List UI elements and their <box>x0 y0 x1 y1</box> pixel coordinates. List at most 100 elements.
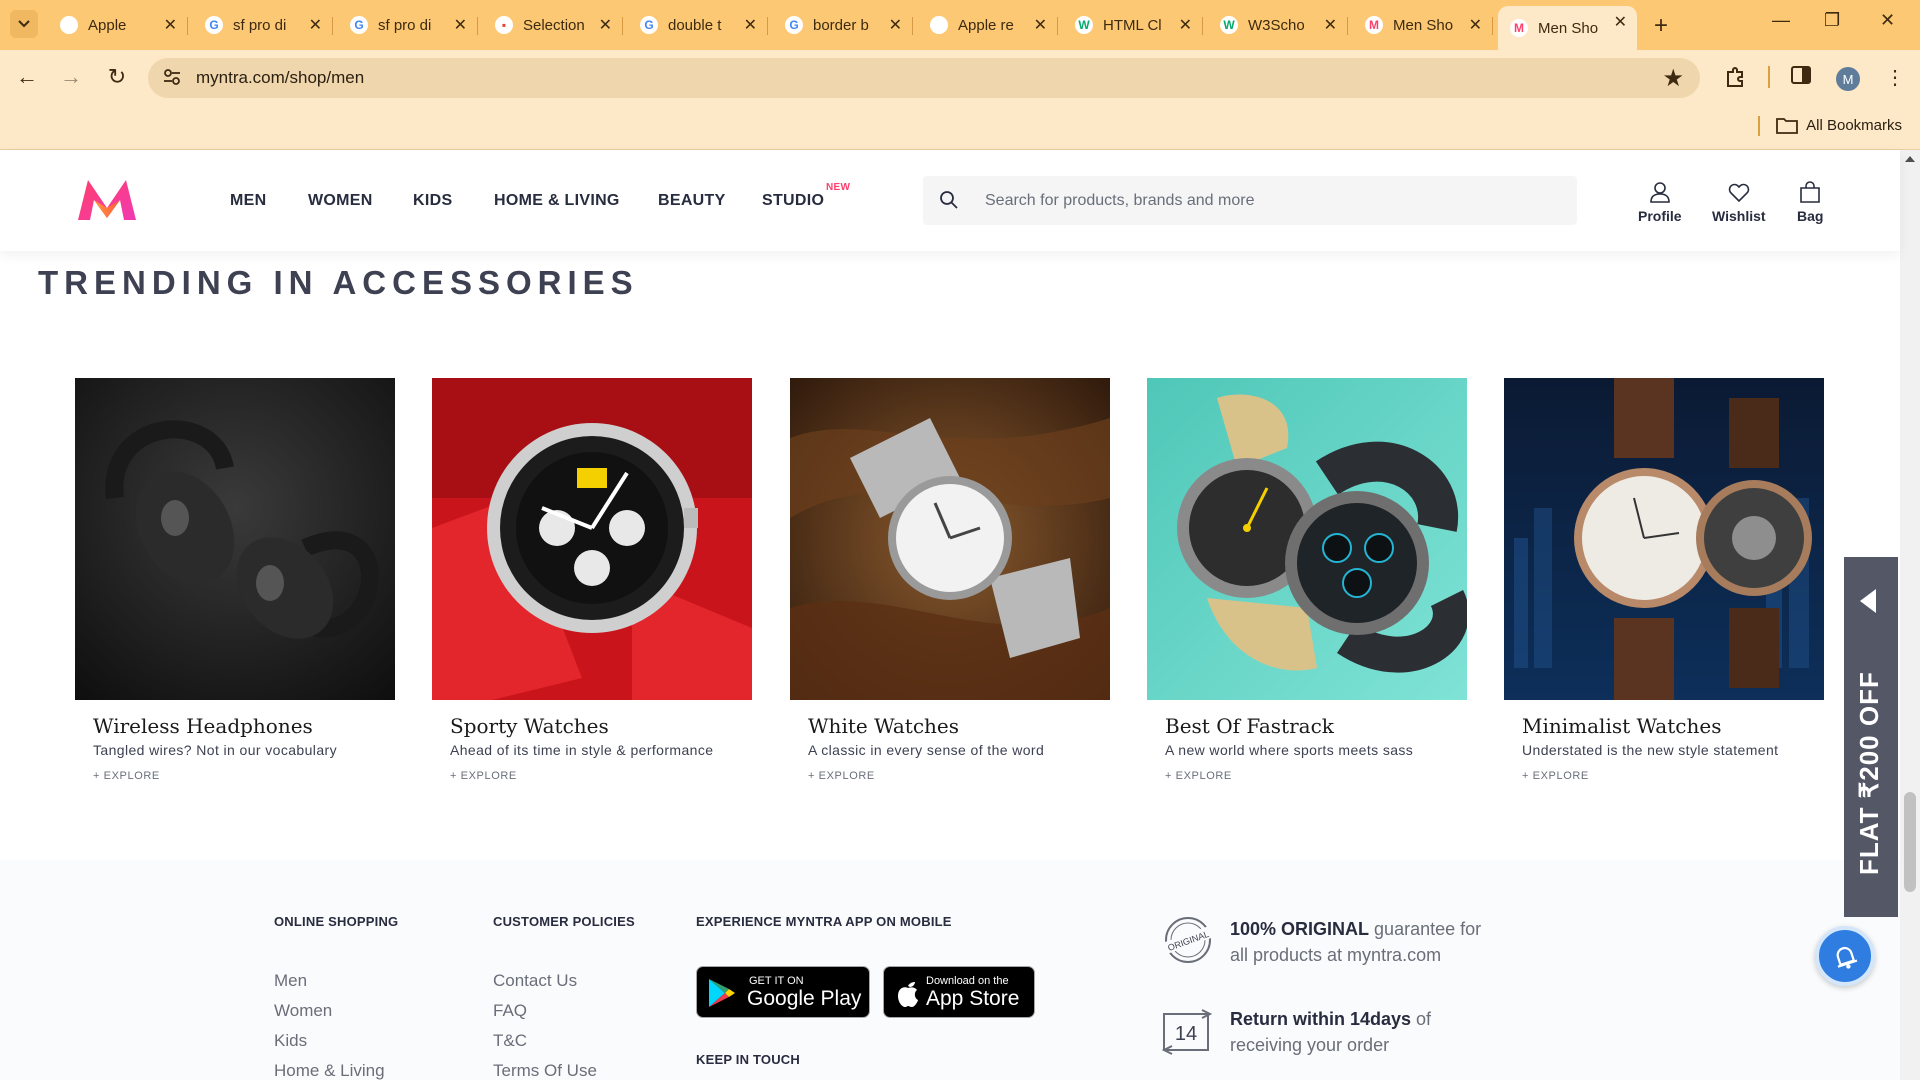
nav-kids[interactable]: KIDS <box>413 192 452 210</box>
category-card[interactable]: Sporty Watches Ahead of its time in styl… <box>432 378 752 782</box>
section-title: TRENDING IN ACCESSORIES <box>38 264 639 301</box>
google-play-button[interactable]: GET IT ON Google Play <box>696 966 870 1018</box>
tab-favicon-icon: ▪ <box>495 16 513 34</box>
sporty-watches-image[interactable] <box>432 378 752 700</box>
new-tab-button[interactable]: + <box>1654 12 1668 40</box>
category-card[interactable]: Best Of Fastrack A new world where sport… <box>1147 378 1467 782</box>
minimize-button[interactable]: — <box>1772 10 1790 31</box>
tab-close-icon[interactable]: ✕ <box>599 15 612 35</box>
browser-tab[interactable]: Gsf pro di ✕ <box>193 9 333 41</box>
tab-close-icon[interactable]: ✕ <box>454 15 467 35</box>
browser-tab[interactable]: W W3Scho ✕ <box>1208 9 1348 41</box>
browser-tab[interactable]: Gdouble t ✕ <box>628 9 768 41</box>
tab-favicon-icon: G <box>640 16 658 34</box>
browser-tab[interactable]: Apple ✕ <box>48 9 188 41</box>
tab-close-icon[interactable]: ✕ <box>889 15 902 35</box>
scrollbar-thumb[interactable] <box>1904 792 1916 892</box>
flat-offer-tab[interactable]: FLAT ₹200 OFF <box>1844 557 1898 917</box>
profile-button[interactable]: Profile <box>1638 180 1682 224</box>
close-window-button[interactable]: ✕ <box>1880 10 1895 31</box>
browser-tab-strip: Apple ✕ Gsf pro di ✕ Gsf pro di ✕ ▪ Selection ✕ G… <box>0 0 1920 50</box>
tab-close-icon[interactable]: ✕ <box>164 15 177 35</box>
tab-close-icon[interactable]: ✕ <box>1179 15 1192 35</box>
original-rest1: guarantee for <box>1369 919 1482 939</box>
profile-icon <box>1649 182 1670 203</box>
bookmark-star-icon[interactable]: ★ <box>1662 64 1684 93</box>
nav-studio[interactable]: STUDIO NEW <box>762 182 850 210</box>
side-panel-icon[interactable] <box>1790 64 1812 86</box>
customer-policies-links: Contact Us FAQ T&C Terms Of Use <box>493 966 597 1086</box>
nav-beauty[interactable]: BEAUTY <box>658 192 726 210</box>
explore-link[interactable]: + EXPLORE <box>1522 770 1824 782</box>
original-guarantee: 100% ORIGINAL guarantee for all products… <box>1230 916 1481 968</box>
myntra-logo[interactable] <box>76 178 138 222</box>
explore-link[interactable]: + EXPLORE <box>808 770 1110 782</box>
browser-menu-icon[interactable]: ⋮ <box>1882 64 1908 90</box>
tab-close-icon[interactable]: ✕ <box>1324 15 1337 35</box>
tab-search-button[interactable] <box>10 10 38 38</box>
footer-link-home-living[interactable]: Home & Living <box>274 1056 385 1086</box>
explore-link[interactable]: + EXPLORE <box>450 770 752 782</box>
all-bookmarks-button[interactable]: All Bookmarks <box>1776 116 1902 134</box>
tab-title: border b <box>813 16 869 34</box>
original-badge-icon: ORIGINAL <box>1163 917 1213 963</box>
bag-button[interactable]: Bag <box>1797 180 1823 224</box>
browser-tab[interactable]: Gborder b ✕ <box>773 9 913 41</box>
browser-tab[interactable]: ▪ Selection ✕ <box>483 9 623 41</box>
nav-men[interactable]: MEN <box>230 192 266 210</box>
footer-link-women[interactable]: Women <box>274 996 385 1026</box>
white-watches-image[interactable] <box>790 378 1110 700</box>
explore-link[interactable]: + EXPLORE <box>93 770 395 782</box>
scroll-up-arrow[interactable] <box>1905 156 1915 162</box>
tab-close-icon[interactable]: ✕ <box>1469 15 1482 35</box>
card-title: Sporty Watches <box>450 714 609 738</box>
profile-avatar[interactable]: M <box>1836 67 1860 91</box>
footer-link-men[interactable]: Men <box>274 966 385 996</box>
extensions-icon[interactable] <box>1724 64 1748 88</box>
tab-close-icon[interactable]: ✕ <box>1034 15 1047 35</box>
site-info-icon[interactable] <box>162 67 182 87</box>
nav-home-living[interactable]: HOME & LIVING <box>494 192 620 210</box>
browser-tab[interactable]: M Men Sho ✕ <box>1353 9 1493 41</box>
reload-button[interactable]: ↻ <box>104 64 130 90</box>
back-button[interactable]: ← <box>14 64 40 90</box>
forward-button[interactable]: → <box>58 64 84 90</box>
category-card[interactable]: Minimalist Watches Understated is the ne… <box>1504 378 1824 782</box>
tab-separator <box>187 17 188 35</box>
profile-label: Profile <box>1638 208 1682 224</box>
browser-tab[interactable]: W HTML Cl ✕ <box>1063 9 1203 41</box>
return-rest2: receiving your order <box>1230 1035 1390 1055</box>
footer-link-tc[interactable]: T&C <box>493 1026 597 1056</box>
tab-separator <box>1347 17 1348 35</box>
footer-link-terms-of-use[interactable]: Terms Of Use <box>493 1056 597 1086</box>
browser-tab[interactable]: Apple re ✕ <box>918 9 1058 41</box>
google-play-small: GET IT ON <box>749 975 804 987</box>
tab-separator <box>912 17 913 35</box>
footer-link-faq[interactable]: FAQ <box>493 996 597 1026</box>
search-bar[interactable] <box>923 176 1577 225</box>
collapse-arrow-icon[interactable] <box>1860 589 1876 613</box>
nav-women[interactable]: WOMEN <box>308 192 373 210</box>
tab-close-icon[interactable]: ✕ <box>744 15 757 35</box>
category-card[interactable]: Wireless Headphones Tangled wires? Not i… <box>75 378 395 782</box>
footer-link-kids[interactable]: Kids <box>274 1026 385 1056</box>
tab-close-icon[interactable]: ✕ <box>1614 12 1627 32</box>
page-scrollbar[interactable] <box>1900 150 1920 1080</box>
search-icon[interactable] <box>939 190 959 210</box>
card-tagline: A classic in every sense of the word <box>808 742 1045 758</box>
notification-bell-button[interactable] <box>1815 926 1875 986</box>
address-bar[interactable]: myntra.com/shop/men ★ <box>148 58 1700 98</box>
category-card[interactable]: White Watches A classic in every sense o… <box>790 378 1110 782</box>
app-store-button[interactable]: Download on the App Store <box>883 966 1035 1018</box>
explore-link[interactable]: + EXPLORE <box>1165 770 1467 782</box>
browser-tab[interactable]: M Men Sho ✕ <box>1498 6 1637 50</box>
footer-link-contact-us[interactable]: Contact Us <box>493 966 597 996</box>
wishlist-button[interactable]: Wishlist <box>1712 180 1766 224</box>
browser-tab[interactable]: Gsf pro di ✕ <box>338 9 478 41</box>
wireless-headphones-image[interactable] <box>75 378 395 700</box>
tab-close-icon[interactable]: ✕ <box>309 15 322 35</box>
search-input[interactable] <box>985 176 1565 225</box>
restore-button[interactable]: ❐ <box>1824 10 1840 31</box>
minimalist-watches-image[interactable] <box>1504 378 1824 700</box>
fastrack-watches-image[interactable] <box>1147 378 1467 700</box>
